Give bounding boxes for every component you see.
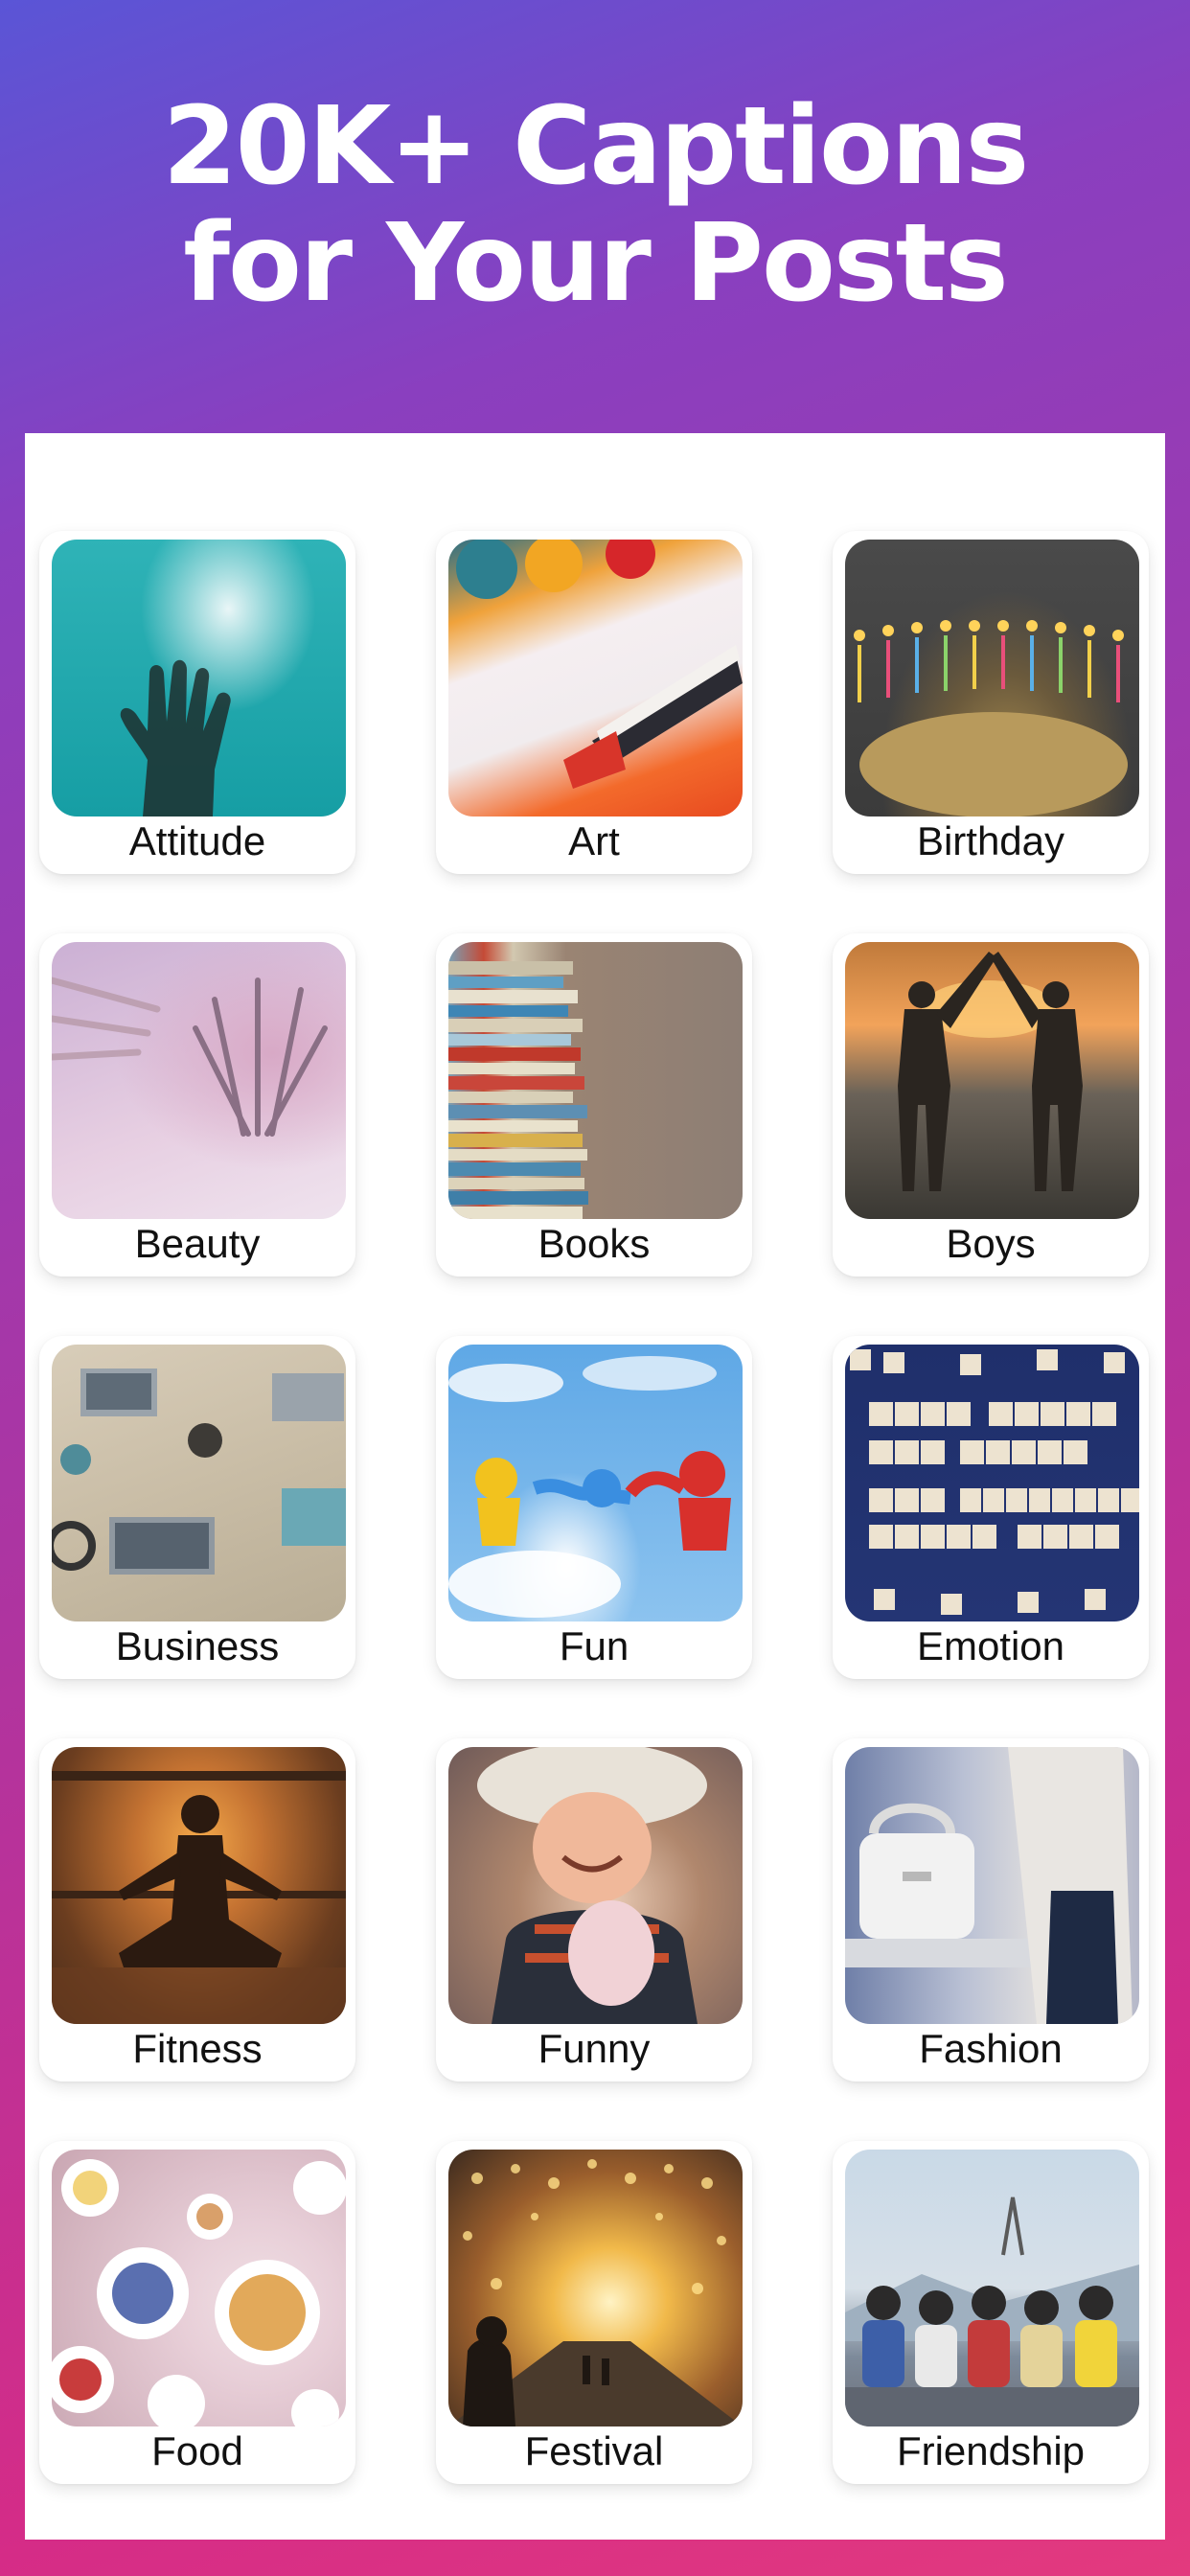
category-card-books[interactable]: Books <box>436 933 752 1276</box>
category-label: Books <box>538 1221 651 1266</box>
category-card-boys[interactable]: Boys <box>833 933 1149 1276</box>
category-card-friendship[interactable]: Friendship <box>833 2141 1149 2484</box>
category-card-fashion[interactable]: Fashion <box>833 1738 1149 2082</box>
food-table-image <box>52 2150 346 2426</box>
category-label: Festival <box>524 2428 664 2473</box>
category-panel: Attitude Art Birthday Beauty Books Boys … <box>25 433 1165 2540</box>
category-label: Emotion <box>916 1623 1065 1668</box>
high-five-silhouette-image <box>845 942 1139 1219</box>
lights-tunnel-image <box>448 2150 743 2426</box>
toy-monkeys-image <box>448 1345 743 1622</box>
handbag-image <box>845 1747 1139 2024</box>
title-line-2: for Your Posts <box>183 201 1009 326</box>
desk-laptops-image <box>52 1345 346 1622</box>
category-card-birthday[interactable]: Birthday <box>833 531 1149 874</box>
category-label: Fun <box>559 1623 629 1668</box>
category-label: Beauty <box>134 1221 261 1266</box>
page-title: 20K+ Captions for Your Posts <box>0 88 1190 322</box>
category-label: Boys <box>946 1221 1036 1266</box>
category-label: Food <box>151 2428 243 2473</box>
category-card-funny[interactable]: Funny <box>436 1738 752 2082</box>
category-card-festival[interactable]: Festival <box>436 2141 752 2484</box>
category-card-food[interactable]: Food <box>39 2141 355 2484</box>
category-grid: Attitude Art Birthday Beauty Books Boys … <box>25 433 1165 2540</box>
category-card-beauty[interactable]: Beauty <box>39 933 355 1276</box>
category-card-fun[interactable]: Fun <box>436 1336 752 1679</box>
title-line-1: 20K+ Captions <box>162 84 1030 209</box>
category-label: Art <box>568 818 620 863</box>
makeup-brushes-image <box>52 942 346 1219</box>
category-label: Fitness <box>132 2026 263 2071</box>
category-label: Birthday <box>916 818 1065 863</box>
friends-group-image <box>845 2150 1139 2426</box>
category-card-emotion[interactable]: Emotion <box>833 1336 1149 1679</box>
paint-brush-image <box>448 540 743 816</box>
category-label: Funny <box>538 2026 651 2071</box>
category-card-art[interactable]: Art <box>436 531 752 874</box>
yoga-silhouette-image <box>52 1747 346 2024</box>
book-stack-image <box>448 942 743 1219</box>
category-label: Friendship <box>896 2428 1086 2473</box>
category-label: Attitude <box>128 818 266 863</box>
category-card-attitude[interactable]: Attitude <box>39 531 355 874</box>
category-card-business[interactable]: Business <box>39 1336 355 1679</box>
birthday-candles-image <box>845 540 1139 816</box>
category-label: Business <box>115 1623 280 1668</box>
smiling-child-image <box>448 1747 743 2024</box>
hand-sky-image <box>52 540 346 816</box>
category-label: Fashion <box>919 2026 1063 2071</box>
scrabble-tiles-image <box>845 1345 1139 1622</box>
category-card-fitness[interactable]: Fitness <box>39 1738 355 2082</box>
